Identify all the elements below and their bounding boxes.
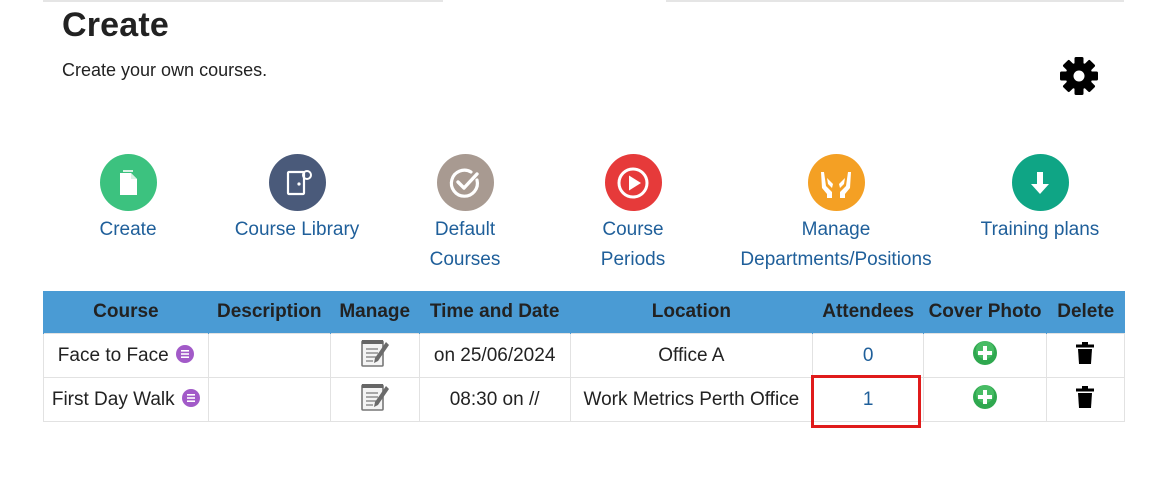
- tile-course-periods[interactable]: Course Periods: [583, 154, 683, 275]
- add-photo-icon[interactable]: [972, 340, 998, 372]
- check-circle-icon: [436, 154, 494, 211]
- course-cell: First Day Walk: [43, 377, 209, 422]
- column-header-time-date[interactable]: Time and Date: [418, 291, 571, 334]
- delete-cell: [1045, 377, 1126, 422]
- tile-label: Default Courses: [429, 219, 501, 270]
- tile-label: Manage Departments/Positions: [740, 219, 932, 270]
- attendees-cell: 0: [812, 333, 925, 378]
- settings-gear-icon[interactable]: [1058, 55, 1100, 97]
- download-arrow-icon: [1011, 154, 1069, 211]
- page-title: Create: [62, 6, 170, 44]
- page-subtitle: Create your own courses.: [62, 60, 268, 80]
- course-name: First Day Walk: [51, 388, 175, 410]
- edit-notepad-icon[interactable]: [359, 337, 391, 375]
- column-header-description[interactable]: Description: [207, 291, 331, 334]
- attendees-link[interactable]: 0: [863, 345, 874, 366]
- door-icon: [268, 154, 326, 211]
- column-header-location[interactable]: Location: [569, 291, 813, 334]
- attendees-cell: 1: [812, 377, 925, 422]
- tile-create[interactable]: Create: [78, 154, 178, 245]
- add-photo-icon[interactable]: [972, 384, 998, 416]
- info-list-icon[interactable]: [175, 345, 194, 364]
- tile-label: Course Periods: [600, 219, 666, 270]
- tile-label: Course Library: [234, 219, 360, 240]
- courses-table: Course Description Manage Time and Date …: [43, 291, 1126, 422]
- tile-course-library[interactable]: Course Library: [226, 154, 368, 245]
- column-header-cover-photo[interactable]: Cover Photo: [923, 291, 1047, 334]
- delete-cell: [1045, 333, 1126, 378]
- tile-training-plans[interactable]: Training plans: [965, 154, 1115, 245]
- description-cell: [207, 377, 331, 422]
- top-divider-left: [43, 0, 443, 2]
- table-header-row: Course Description Manage Time and Date …: [43, 291, 1125, 334]
- location-cell: Office A: [569, 333, 814, 378]
- attendees-link[interactable]: 1: [863, 389, 874, 410]
- description-cell: [207, 333, 331, 378]
- tile-label: Create: [99, 219, 157, 240]
- time-date-cell: 08:30 on //: [418, 377, 571, 422]
- column-header-attendees[interactable]: Attendees: [812, 291, 924, 334]
- hands-icon: [807, 154, 865, 211]
- trash-icon[interactable]: [1076, 341, 1095, 370]
- document-icon: [99, 154, 157, 211]
- course-cell: Face to Face: [43, 333, 209, 378]
- cover-photo-cell: [923, 377, 1047, 422]
- course-name: Face to Face: [57, 344, 169, 366]
- cover-photo-cell: [923, 333, 1047, 378]
- play-circle-icon: [604, 154, 662, 211]
- column-header-course[interactable]: Course: [43, 291, 209, 334]
- column-header-delete[interactable]: Delete: [1045, 291, 1125, 334]
- column-header-manage[interactable]: Manage: [329, 291, 420, 334]
- edit-notepad-icon[interactable]: [359, 381, 391, 419]
- info-list-icon[interactable]: [181, 389, 200, 408]
- time-date-cell: on 25/06/2024: [418, 333, 571, 378]
- table-row: Face to Face on 25/06/2024 Office A 0: [43, 333, 1126, 378]
- location-cell: Work Metrics Perth Office: [569, 377, 814, 422]
- tile-label: Training plans: [980, 219, 1100, 240]
- tile-manage-departments[interactable]: Manage Departments/Positions: [728, 154, 944, 275]
- table-row: First Day Walk 08:30 on // Work Metrics …: [43, 377, 1126, 422]
- trash-icon[interactable]: [1076, 385, 1095, 414]
- top-divider-right: [666, 0, 1124, 2]
- manage-cell: [329, 333, 420, 378]
- manage-cell: [329, 377, 420, 422]
- tile-default-courses[interactable]: Default Courses: [412, 154, 518, 275]
